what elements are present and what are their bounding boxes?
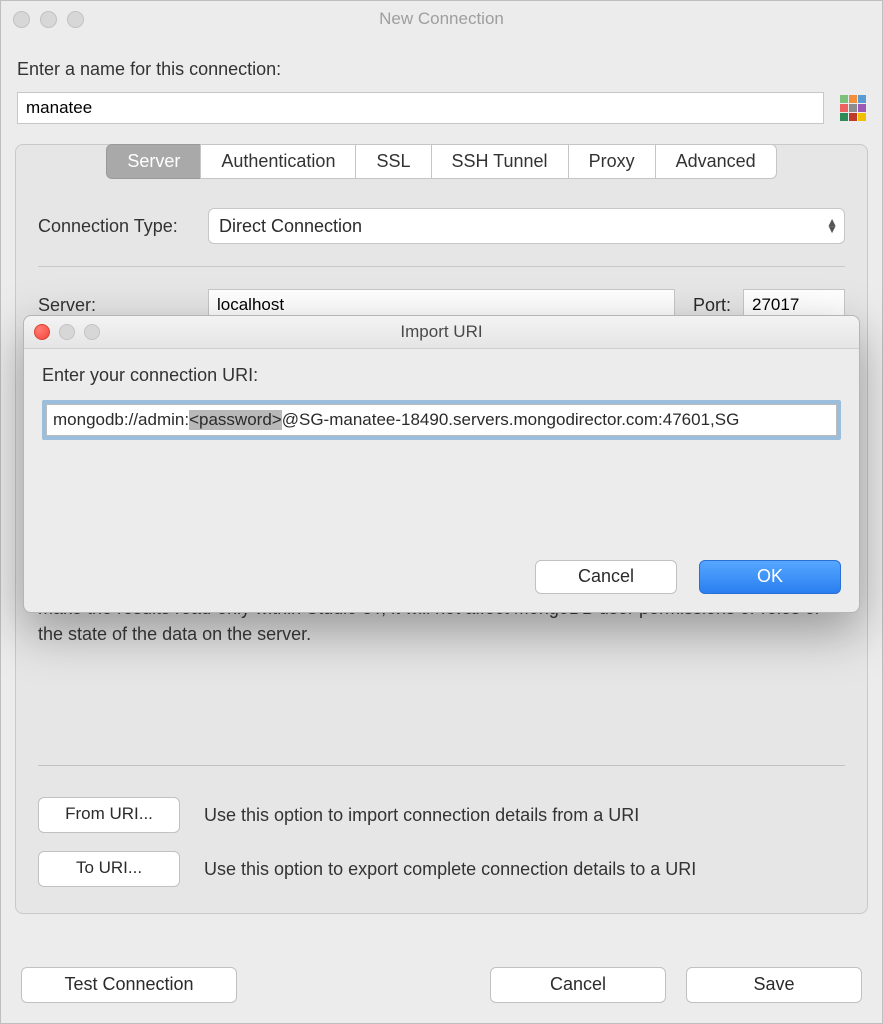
import-uri-dialog: Import URI Enter your connection URI: mo… [23, 315, 860, 613]
connection-uri-input[interactable]: mongodb://admin:<password>@SG-manatee-18… [46, 404, 837, 436]
chevrons-icon: ▲▼ [826, 219, 834, 233]
to-uri-button[interactable]: To URI... [38, 851, 180, 887]
port-label: Port: [693, 295, 731, 316]
tab-server[interactable]: Server [106, 144, 200, 179]
zoom-icon [84, 324, 100, 340]
close-icon[interactable] [34, 324, 50, 340]
tab-proxy[interactable]: Proxy [568, 144, 655, 179]
connection-type-label: Connection Type: [38, 216, 208, 237]
window-title: New Connection [1, 9, 882, 29]
close-icon[interactable] [13, 11, 30, 28]
dialog-traffic-lights [34, 324, 100, 340]
uri-prompt: Enter your connection URI: [42, 365, 841, 386]
dialog-titlebar: Import URI [24, 316, 859, 349]
window-traffic-lights [13, 11, 84, 28]
divider [38, 765, 845, 766]
server-label: Server: [38, 295, 208, 316]
new-connection-window: New Connection Enter a name for this con… [0, 0, 883, 1024]
tab-ssh-tunnel[interactable]: SSH Tunnel [431, 144, 568, 179]
tab-authentication[interactable]: Authentication [200, 144, 355, 179]
connection-name-input[interactable] [17, 92, 824, 124]
dialog-cancel-button[interactable]: Cancel [535, 560, 677, 594]
connection-name-label: Enter a name for this connection: [1, 37, 882, 86]
from-uri-button[interactable]: From URI... [38, 797, 180, 833]
tab-advanced[interactable]: Advanced [655, 144, 777, 179]
save-button[interactable]: Save [686, 967, 862, 1003]
uri-text-suffix: @SG-manatee-18490.servers.mongodirector.… [282, 410, 740, 430]
minimize-icon[interactable] [40, 11, 57, 28]
color-picker-icon[interactable] [840, 95, 866, 121]
tabstrip: ServerAuthenticationSSLSSH TunnelProxyAd… [16, 144, 867, 179]
test-connection-button[interactable]: Test Connection [21, 967, 237, 1003]
connection-type-select[interactable]: Direct Connection ▲▼ [208, 208, 845, 244]
zoom-icon[interactable] [67, 11, 84, 28]
tab-ssl[interactable]: SSL [355, 144, 430, 179]
window-titlebar: New Connection [1, 1, 882, 37]
bottom-button-bar: Test Connection Cancel Save [1, 967, 882, 1003]
to-uri-desc: Use this option to export complete conne… [204, 859, 696, 880]
uri-text-prefix: mongodb://admin: [53, 410, 189, 430]
from-uri-desc: Use this option to import connection det… [204, 805, 639, 826]
dialog-title: Import URI [24, 322, 859, 342]
minimize-icon [59, 324, 75, 340]
connection-type-value: Direct Connection [219, 216, 362, 237]
dialog-ok-button[interactable]: OK [699, 560, 841, 594]
uri-text-selection: <password> [189, 410, 282, 430]
cancel-button[interactable]: Cancel [490, 967, 666, 1003]
